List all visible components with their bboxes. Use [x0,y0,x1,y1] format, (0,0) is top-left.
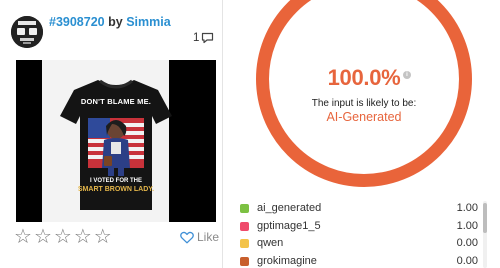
gauge-ring [256,0,472,187]
model-name: gptimage1_5 [257,219,321,232]
result-row: ai_generated 1.00 [240,201,480,219]
comment-count: 1 [193,32,200,44]
model-score: 0.00 [456,237,478,249]
speech-bubble-icon [202,32,214,44]
confidence-gauge: 100.0% i The input is likely to be: AI-G… [256,0,472,187]
color-swatch [240,256,249,266]
like-label: Like [197,230,220,244]
author-link[interactable]: Simmia [126,15,170,29]
info-icon[interactable]: i [403,71,411,79]
rating-star-5[interactable]: ☆ [94,227,112,247]
rating-star-4[interactable]: ☆ [74,227,92,247]
post-image[interactable]: DON'T BLAME ME. I VOTED FOR THE SMART BR… [16,60,216,222]
model-name: qwen [257,237,284,249]
comments-button[interactable]: 1 [193,30,214,46]
likely-label: The input is likely to be: [311,98,417,109]
color-swatch [240,204,249,213]
rating-star-3[interactable]: ☆ [54,227,72,247]
post-id-link[interactable]: #3908720 [49,15,105,29]
like-button[interactable]: Like [180,230,219,244]
verdict-label: AI-Generated [326,110,402,124]
confidence-percent: 100.0% [327,65,401,90]
results-scrollbar[interactable] [483,201,487,268]
by-label: by [108,15,123,29]
panel-divider [222,0,223,268]
color-swatch [240,221,249,231]
tshirt-bottom-text-1: I VOTED FOR THE [89,178,142,184]
rating-star-1[interactable]: ☆ [14,227,32,247]
model-score: 1.00 [456,202,478,214]
scrollbar-thumb[interactable] [483,203,487,233]
model-results-list: ai_generated 1.00 gptimage1_5 1.00 qwen … [240,201,480,268]
avatar-image [11,16,43,48]
model-score: 1.00 [456,219,478,232]
result-row: grokimagine 0.00 [240,254,480,268]
model-name: grokimagine [257,254,317,267]
post-panel: #3908720 by Simmia 1 DON'T BLAME ME. I V… [0,0,222,268]
post-header: #3908720 by Simmia [49,15,171,29]
result-row: qwen 0.00 [240,236,480,254]
heart-icon [180,231,194,243]
tshirt-top-text: DON'T BLAME ME. [80,97,152,106]
rating-star-2[interactable]: ☆ [34,227,52,247]
model-name: ai_generated [257,202,322,214]
tshirt-bottom-text-2: SMART BROWN LADY. [77,186,155,193]
tshirt-illustration [60,79,172,210]
result-row: gptimage1_5 1.00 [240,219,480,237]
percent-row: 100.0% [256,65,472,91]
color-swatch [240,239,249,248]
model-score: 0.00 [456,254,478,267]
avatar[interactable] [11,16,43,48]
star-rating: ☆ ☆ ☆ ☆ ☆ [14,227,112,247]
